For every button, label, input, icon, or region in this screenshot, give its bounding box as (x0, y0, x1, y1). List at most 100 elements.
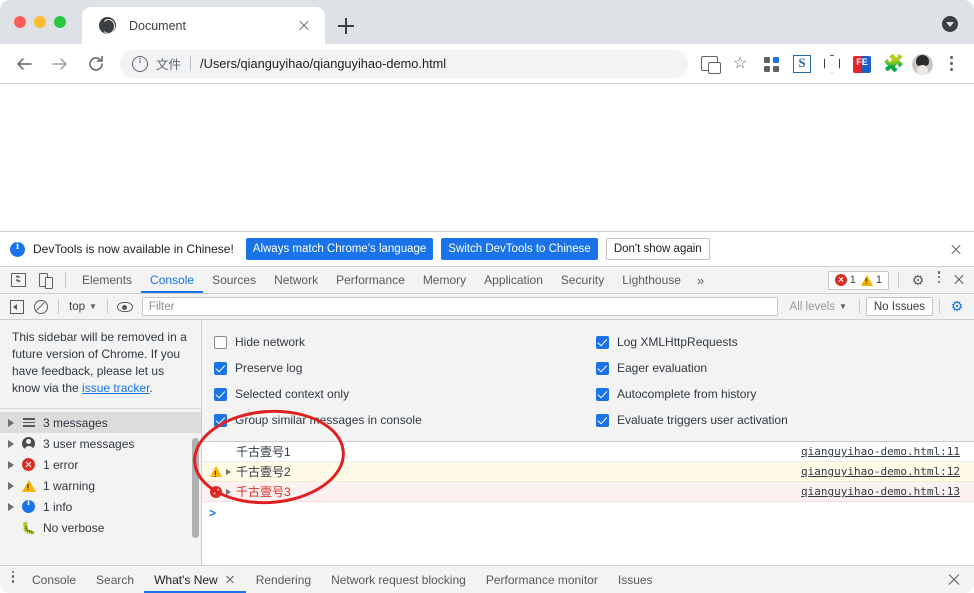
toggle-sidebar-icon[interactable] (6, 296, 28, 318)
expand-arrow-icon[interactable] (226, 468, 231, 475)
chevron-right-icon[interactable] (8, 502, 14, 511)
console-prompt[interactable]: > (202, 502, 974, 523)
console-message-row[interactable]: 千古壹号3 qianguyihao-demo.html:13 (202, 482, 974, 502)
console-message-row[interactable]: 千古壹号1 qianguyihao-demo.html:11 (202, 442, 974, 462)
sidebar-item-info[interactable]: 1 info (0, 496, 201, 517)
log-levels-selector[interactable]: All levels ▼ (784, 301, 853, 313)
devtools-menu-icon[interactable] (930, 271, 948, 289)
checkbox[interactable] (214, 413, 227, 427)
clear-console-icon[interactable] (30, 296, 52, 318)
fe-extension-icon[interactable] (850, 52, 874, 76)
drawer-menu-icon[interactable] (4, 570, 22, 589)
window-menu-icon[interactable] (942, 16, 958, 32)
drawer-tab-issues[interactable]: Issues (608, 566, 663, 593)
execution-context-selector[interactable]: top ▼ (65, 301, 101, 313)
setting-eager-evaluation[interactable]: Eager evaluation (596, 355, 974, 381)
extension-grid-icon[interactable] (760, 52, 784, 76)
checkbox[interactable] (596, 387, 609, 401)
warning-count-badge[interactable]: 1 (860, 274, 882, 286)
drawer-tab-console[interactable]: Console (22, 566, 86, 593)
issue-counters[interactable]: 1 1 (827, 270, 889, 290)
setting-label: Evaluate triggers user activation (617, 413, 788, 427)
drawer-tab-performance-monitor[interactable]: Performance monitor (476, 566, 608, 593)
close-drawer-icon[interactable] (944, 570, 964, 590)
setting-log-xmlhttprequests[interactable]: Log XMLHttpRequests (596, 329, 974, 355)
setting-group-similar-messages[interactable]: Group similar messages in console (214, 407, 592, 433)
settings-gear-icon[interactable]: ⚙ (908, 272, 928, 289)
checkbox[interactable] (214, 335, 227, 349)
info-circle-icon[interactable] (132, 55, 148, 72)
setting-preserve-log[interactable]: Preserve log (214, 355, 592, 381)
chevron-right-icon[interactable] (8, 460, 14, 469)
checkbox[interactable] (214, 361, 227, 375)
sidebar-item-errors[interactable]: 1 error (0, 454, 201, 475)
tab-lighthouse[interactable]: Lighthouse (613, 267, 690, 293)
translate-icon[interactable] (700, 52, 724, 76)
close-banner-icon[interactable] (948, 241, 964, 257)
console-message-source-link[interactable]: qianguyihao-demo.html:13 (801, 485, 974, 498)
device-toolbar-icon[interactable] (34, 269, 56, 291)
close-icon[interactable] (295, 17, 313, 35)
tab-elements[interactable]: Elements (73, 267, 141, 293)
address-bar[interactable]: 文件 /Users/qianguyihao/qianguyihao-demo.h… (120, 49, 688, 78)
issue-tracker-link[interactable]: issue tracker (82, 381, 149, 395)
tab-sources[interactable]: Sources (203, 267, 265, 293)
minimize-window-button[interactable] (34, 16, 46, 28)
bookmark-star-icon[interactable]: ☆ (730, 52, 754, 76)
drawer-tab-network-request-blocking[interactable]: Network request blocking (321, 566, 476, 593)
close-devtools-icon[interactable] (950, 271, 968, 289)
s-extension-icon[interactable]: S (790, 52, 814, 76)
checkbox[interactable] (596, 335, 609, 349)
sidebar-item-verbose[interactable]: 🐛 No verbose (0, 517, 201, 538)
sidebar-item-warnings[interactable]: 1 warning (0, 475, 201, 496)
sidebar-item-user-messages[interactable]: 3 user messages (0, 433, 201, 454)
forward-button[interactable] (46, 50, 74, 78)
sidebar-item-messages[interactable]: 3 messages (0, 412, 201, 433)
dont-show-again-button[interactable]: Don't show again (605, 238, 710, 260)
setting-autocomplete-from-history[interactable]: Autocomplete from history (596, 381, 974, 407)
checkbox[interactable] (596, 413, 609, 427)
setting-hide-network[interactable]: Hide network (214, 329, 592, 355)
tab-network[interactable]: Network (265, 267, 327, 293)
hexagon-extension-icon[interactable] (820, 52, 844, 76)
reload-button[interactable] (82, 50, 110, 78)
browser-tab[interactable]: Document (82, 7, 325, 44)
more-tabs-icon[interactable]: » (690, 273, 711, 288)
checkbox[interactable] (596, 361, 609, 375)
tab-console[interactable]: Console (141, 267, 203, 293)
tab-memory[interactable]: Memory (414, 267, 475, 293)
switch-to-chinese-button[interactable]: Switch DevTools to Chinese (441, 238, 598, 260)
maximize-window-button[interactable] (54, 16, 66, 28)
always-match-language-button[interactable]: Always match Chrome's language (245, 238, 434, 260)
close-window-button[interactable] (14, 16, 26, 28)
expand-arrow-icon[interactable] (226, 488, 231, 495)
console-message-source-link[interactable]: qianguyihao-demo.html:12 (801, 465, 974, 478)
live-expression-eye-icon[interactable] (114, 296, 136, 318)
setting-evaluate-triggers-user-activation[interactable]: Evaluate triggers user activation (596, 407, 974, 433)
close-icon[interactable] (225, 574, 236, 585)
console-settings-gear-icon[interactable]: ⚙ (946, 298, 968, 315)
profile-avatar-icon[interactable] (910, 52, 934, 76)
error-count-badge[interactable]: 1 (834, 274, 856, 286)
drawer-tab-rendering[interactable]: Rendering (246, 566, 321, 593)
checkbox[interactable] (214, 387, 227, 401)
inspect-element-icon[interactable] (8, 269, 30, 291)
tab-security[interactable]: Security (552, 267, 613, 293)
chevron-right-icon[interactable] (8, 481, 14, 490)
no-issues-button[interactable]: No Issues (865, 297, 933, 316)
sidebar-scrollbar[interactable] (192, 438, 199, 538)
drawer-tab-search[interactable]: Search (86, 566, 144, 593)
console-message-row[interactable]: 千古壹号2 qianguyihao-demo.html:12 (202, 462, 974, 482)
tab-application[interactable]: Application (475, 267, 552, 293)
chevron-right-icon[interactable] (8, 439, 14, 448)
new-tab-button[interactable] (333, 13, 359, 39)
back-button[interactable] (10, 50, 38, 78)
filter-input[interactable]: Filter (141, 297, 778, 316)
tab-performance[interactable]: Performance (327, 267, 414, 293)
chrome-menu-icon[interactable] (940, 52, 964, 76)
drawer-tab-whats-new[interactable]: What's New (144, 566, 246, 593)
console-message-source-link[interactable]: qianguyihao-demo.html:11 (801, 445, 974, 458)
puzzle-extensions-icon[interactable]: 🧩 (880, 52, 904, 76)
setting-selected-context-only[interactable]: Selected context only (214, 381, 592, 407)
chevron-right-icon[interactable] (8, 418, 14, 427)
